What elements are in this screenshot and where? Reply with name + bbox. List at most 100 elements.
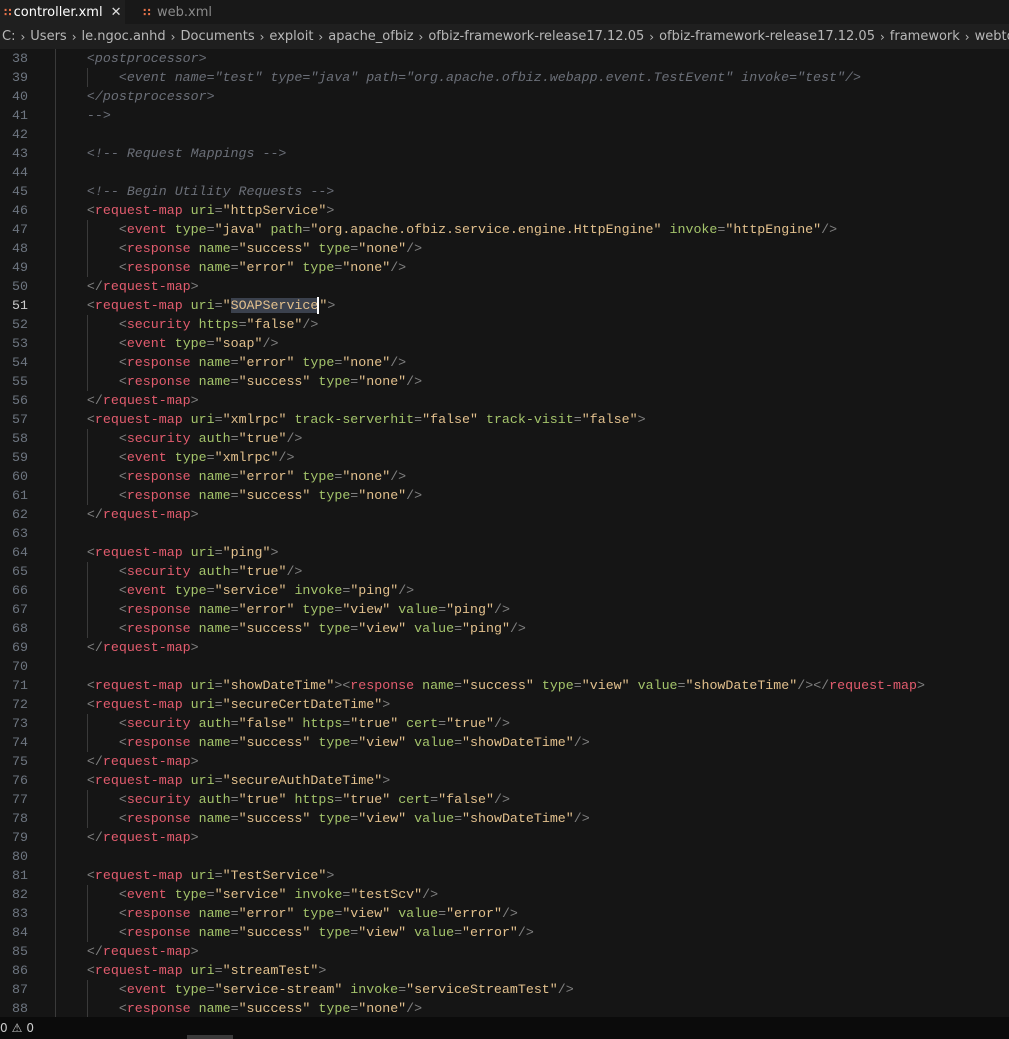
code-text: <security auth="false" https="true" cert… bbox=[55, 714, 510, 733]
bracket-token: </ bbox=[86, 279, 103, 294]
breadcrumb-item[interactable]: exploit bbox=[267, 29, 315, 44]
code-line[interactable]: 65 <security auth="true"/> bbox=[0, 562, 1009, 581]
attribute-token: type bbox=[318, 735, 351, 750]
code-line[interactable]: 73 <security auth="false" https="true" c… bbox=[0, 714, 1009, 733]
code-line[interactable]: 59 <event type="xmlrpc"/> bbox=[0, 448, 1009, 467]
code-line[interactable]: 47 <event type="java" path="org.apache.o… bbox=[0, 220, 1009, 239]
code-line[interactable]: 53 <event type="soap"/> bbox=[0, 334, 1009, 353]
breadcrumb-item[interactable]: Users bbox=[28, 29, 68, 44]
string-token: "none" bbox=[342, 260, 391, 275]
string-token: "serviceStreamTest" bbox=[406, 982, 558, 997]
code-line[interactable]: 55 <response name="success" type="none"/… bbox=[0, 372, 1009, 391]
code-line[interactable]: 50 </request-map> bbox=[0, 277, 1009, 296]
code-line[interactable]: 83 <response name="error" type="view" va… bbox=[0, 904, 1009, 923]
code-line[interactable]: 70 bbox=[0, 657, 1009, 676]
code-line[interactable]: 58 <security auth="true"/> bbox=[0, 429, 1009, 448]
code-line[interactable]: 63 bbox=[0, 524, 1009, 543]
line-number: 77 bbox=[12, 792, 28, 807]
code-line[interactable]: 56 </request-map> bbox=[0, 391, 1009, 410]
code-line[interactable]: 81 <request-map uri="TestService"> bbox=[0, 866, 1009, 885]
code-line[interactable]: 57 <request-map uri="xmlrpc" track-serve… bbox=[0, 410, 1009, 429]
code-line[interactable]: 80 bbox=[0, 847, 1009, 866]
string-token: "error" bbox=[446, 906, 502, 921]
breadcrumb-item[interactable]: ofbiz-framework-release17.12.05 bbox=[657, 29, 877, 44]
code-line[interactable]: 61 <response name="success" type="none"/… bbox=[0, 486, 1009, 505]
bracket-token: /> bbox=[302, 317, 319, 332]
breadcrumb-item[interactable]: C: bbox=[0, 29, 17, 44]
breadcrumb-item[interactable]: apache_ofbiz bbox=[326, 29, 415, 44]
close-icon[interactable]: ✕ bbox=[111, 5, 122, 20]
code-line[interactable]: 43 <!-- Request Mappings --> bbox=[0, 144, 1009, 163]
code-line[interactable]: 40 </postprocessor> bbox=[0, 87, 1009, 106]
code-line[interactable]: 82 <event type="service" invoke="testScv… bbox=[0, 885, 1009, 904]
attribute-token: name bbox=[198, 811, 231, 826]
code-line[interactable]: 46 <request-map uri="httpService"> bbox=[0, 201, 1009, 220]
tab-web-xml[interactable]: ∷ web.xml bbox=[125, 0, 222, 24]
code-line[interactable]: 66 <event type="service" invoke="ping"/> bbox=[0, 581, 1009, 600]
horizontal-scrollbar[interactable] bbox=[187, 1035, 233, 1039]
code-line[interactable]: 68 <response name="success" type="view" … bbox=[0, 619, 1009, 638]
breadcrumb-item[interactable]: framework bbox=[888, 29, 962, 44]
code-line[interactable]: 54 <response name="error" type="none"/> bbox=[0, 353, 1009, 372]
line-number: 82 bbox=[12, 887, 28, 902]
code-line[interactable]: 45 <!-- Begin Utility Requests --> bbox=[0, 182, 1009, 201]
string-token: "false" bbox=[246, 317, 303, 332]
code-line[interactable]: 74 <response name="success" type="view" … bbox=[0, 733, 1009, 752]
warning-count[interactable]: 0 bbox=[26, 1021, 34, 1035]
code-line[interactable]: 44 bbox=[0, 163, 1009, 182]
code-editor[interactable]: 38 <postprocessor> 39 <event name="test" … bbox=[0, 49, 1009, 1017]
attribute-token: value bbox=[414, 925, 455, 940]
code-line[interactable]: 78 <response name="success" type="view" … bbox=[0, 809, 1009, 828]
line-number: 42 bbox=[12, 127, 28, 142]
code-line[interactable]: 85 </request-map> bbox=[0, 942, 1009, 961]
tab-controller-xml[interactable]: ∷ controller.xml ✕ bbox=[0, 0, 125, 24]
code-line[interactable]: 49 <response name="error" type="none"/> bbox=[0, 258, 1009, 277]
code-line[interactable]: 60 <response name="error" type="none"/> bbox=[0, 467, 1009, 486]
breadcrumb-item[interactable]: ofbiz-framework-release17.12.05 bbox=[426, 29, 646, 44]
equals-token: = bbox=[214, 412, 223, 427]
tab-bar: ∷ controller.xml ✕ ∷ web.xml bbox=[0, 0, 1009, 24]
attribute-token: type bbox=[318, 241, 351, 256]
tag-name-token: request-map bbox=[102, 393, 191, 408]
code-line[interactable]: 84 <response name="success" type="view" … bbox=[0, 923, 1009, 942]
code-line[interactable]: 76 <request-map uri="secureAuthDateTime"… bbox=[0, 771, 1009, 790]
code-text: <response name="success" type="view" val… bbox=[55, 733, 590, 752]
code-line[interactable]: 51 <request-map uri="SOAPService"> bbox=[0, 296, 1009, 315]
equals-token: = bbox=[230, 469, 239, 484]
line-number: 59 bbox=[12, 450, 28, 465]
code-line[interactable]: 62 </request-map> bbox=[0, 505, 1009, 524]
attribute-token: track-visit bbox=[485, 412, 574, 427]
code-text: <security auth="true" https="true" cert=… bbox=[55, 790, 510, 809]
breadcrumb-item[interactable]: webtools bbox=[973, 29, 1009, 44]
breadcrumb-item[interactable]: Documents bbox=[178, 29, 256, 44]
string-token: "none" bbox=[358, 488, 407, 503]
code-line[interactable]: 71 <request-map uri="showDateTime"><resp… bbox=[0, 676, 1009, 695]
code-line[interactable]: 39 <event name="test" type="java" path="… bbox=[0, 68, 1009, 87]
code-line[interactable]: 42 bbox=[0, 125, 1009, 144]
code-line[interactable]: 88 <response name="success" type="none"/… bbox=[0, 999, 1009, 1017]
code-line[interactable]: 41 --> bbox=[0, 106, 1009, 125]
breadcrumb-item[interactable]: le.ngoc.anhd bbox=[80, 29, 168, 44]
code-line[interactable]: 48 <response name="success" type="none"/… bbox=[0, 239, 1009, 258]
code-line[interactable]: 77 <security auth="true" https="true" ce… bbox=[0, 790, 1009, 809]
code-line[interactable]: 69 </request-map> bbox=[0, 638, 1009, 657]
attribute-token: name bbox=[198, 602, 231, 617]
code-line[interactable]: 52 <security https="false"/> bbox=[0, 315, 1009, 334]
code-line[interactable]: 67 <response name="error" type="view" va… bbox=[0, 600, 1009, 619]
line-number: 58 bbox=[12, 431, 28, 446]
code-line[interactable]: 79 </request-map> bbox=[0, 828, 1009, 847]
bracket-token: < bbox=[118, 621, 127, 636]
string-token: "true" bbox=[238, 564, 287, 579]
code-line[interactable]: 75 </request-map> bbox=[0, 752, 1009, 771]
code-line[interactable]: 87 <event type="service-stream" invoke="… bbox=[0, 980, 1009, 999]
code-line[interactable]: 38 <postprocessor> bbox=[0, 49, 1009, 68]
code-line[interactable]: 72 <request-map uri="secureCertDateTime"… bbox=[0, 695, 1009, 714]
attribute-token: auth bbox=[198, 716, 231, 731]
code-line[interactable]: 86 <request-map uri="streamTest"> bbox=[0, 961, 1009, 980]
code-line[interactable]: 64 <request-map uri="ping"> bbox=[0, 543, 1009, 562]
error-count[interactable]: 0 bbox=[0, 1021, 8, 1035]
